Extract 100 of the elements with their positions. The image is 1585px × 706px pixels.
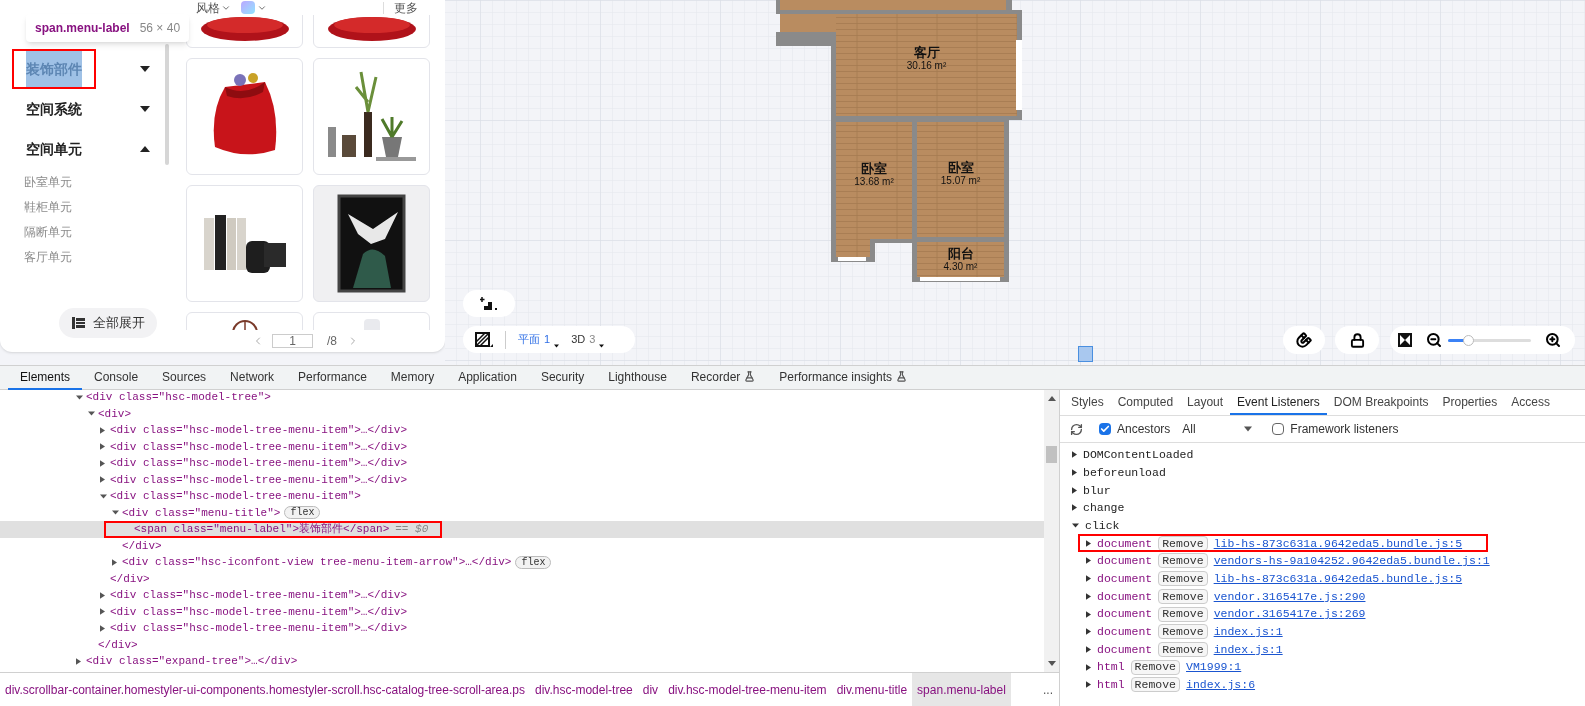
dom-node-text[interactable]: <div class="expand-tree">…</div> (86, 653, 298, 670)
devtools-tab[interactable]: Elements (8, 365, 83, 390)
event-name[interactable]: DOMContentLoaded (1083, 446, 1194, 464)
remove-button[interactable]: Remove (1130, 659, 1181, 675)
source-link[interactable]: lib-hs-873c631a.9642eda5.bundle.js:5 (1213, 570, 1463, 588)
product-card[interactable] (313, 58, 430, 175)
devtools-tab[interactable]: Application (446, 365, 529, 390)
more-button[interactable]: 更多 (394, 1, 432, 14)
event-name[interactable]: click (1085, 516, 1120, 535)
product-card[interactable] (186, 185, 303, 302)
category-item[interactable]: 空间单元 (0, 129, 162, 169)
event-name[interactable]: beforeunload (1083, 463, 1166, 482)
dom-node-text[interactable]: <div class="hsc-iconfont-view tree-menu-item-arrow">…</div> (122, 554, 512, 571)
devtools-tab[interactable]: Security (528, 365, 597, 390)
dom-node-text[interactable]: <div class="hsc-model-tree-menu-item">…</div> (110, 620, 408, 637)
dom-node-text[interactable]: <div class="hsc-model-tree"> (86, 390, 271, 406)
ancestors-checkbox[interactable]: Ancestors (1099, 420, 1171, 438)
source-link[interactable]: vendor.3165417e.js:269 (1213, 605, 1366, 623)
category-item[interactable]: 空间系统 (0, 89, 162, 129)
dom-node-text[interactable]: <span class="menu-label">装饰部件</span> (134, 521, 390, 538)
dom-node-text[interactable]: </div> (98, 636, 138, 653)
breadcrumb[interactable]: div.hsc-model-tree-menu-item (663, 673, 832, 706)
fit-view-icon[interactable] (1398, 333, 1412, 347)
source-link[interactable]: index.js:1 (1213, 623, 1283, 641)
source-link[interactable]: index.js:1 (1213, 640, 1283, 659)
source-link[interactable]: vendor.3165417e.js:290 (1213, 587, 1366, 605)
subcategory-item[interactable]: 隔断单元 (0, 219, 172, 244)
dom-node-text[interactable]: <div> (98, 405, 131, 422)
event-name[interactable]: change (1083, 499, 1125, 517)
devtools-tab[interactable]: Console (82, 365, 151, 390)
page-field[interactable]: 1 (272, 334, 313, 348)
remove-button[interactable]: Remove (1158, 624, 1208, 640)
source-link[interactable]: index.js:6 (1186, 676, 1256, 694)
breadcrumb[interactable]: div.scrollbar-container.homestyler-ui-components.homestyler-scroll.hsc-catalog-tree-scroll-area.ps (0, 673, 530, 706)
expand-all-button[interactable]: 全部展开 (59, 308, 157, 338)
view-mode-tab[interactable]: 平面 1 (518, 331, 560, 348)
floor-plan-drawing[interactable] (776, 0, 1022, 282)
remove-button[interactable]: Remove (1158, 571, 1208, 587)
dom-node-text[interactable]: <div class="menu-title"> (122, 504, 281, 521)
source-link[interactable]: vendors-hs-9a104252.9642eda5.bundle.js:1 (1213, 552, 1490, 570)
zoom-in-icon[interactable] (1545, 332, 1561, 348)
product-card[interactable] (186, 58, 303, 175)
refresh-icon[interactable] (1070, 422, 1083, 436)
devtools-tab[interactable]: Recorder (678, 365, 768, 390)
dom-node-text[interactable]: <div class="hsc-model-tree-menu-item"> (110, 488, 361, 505)
filter-dropdown[interactable]: All (1182, 420, 1253, 438)
stairs-button[interactable] (463, 290, 515, 317)
view-mode-tab[interactable]: 3D 3 (571, 331, 605, 348)
dom-node-text[interactable]: </div> (122, 537, 162, 554)
sidebar-tab[interactable]: Access (1504, 391, 1557, 415)
color-filter[interactable] (241, 1, 267, 14)
breadcrumb[interactable]: div.hsc-model-tree (529, 673, 638, 706)
lock-button[interactable] (1335, 326, 1379, 354)
breadcrumb[interactable]: span.menu-label (912, 673, 1011, 706)
dom-node-text[interactable]: <div class="hsc-model-tree-menu-item">…</div> (110, 471, 408, 488)
subcategory-item[interactable]: 卧室单元 (0, 169, 172, 194)
remove-button[interactable]: Remove (1158, 606, 1208, 622)
breadcrumb-overflow[interactable]: ... (1043, 680, 1059, 699)
sidebar-tab[interactable]: Properties (1435, 391, 1505, 415)
sidebar-tab[interactable]: Styles (1064, 391, 1111, 415)
dom-node-text[interactable]: <div class="hsc-model-tree-menu-item">…</div> (110, 603, 408, 620)
devtools-tab[interactable]: Performance (286, 365, 379, 390)
breadcrumb[interactable]: div (637, 673, 664, 706)
layout-badge[interactable]: flex (515, 555, 552, 569)
subcategory-item[interactable]: 客厅单元 (0, 244, 172, 269)
dom-node-text[interactable]: <div class="hsc-model-tree-menu-item">…</div> (110, 422, 408, 439)
dom-node-text[interactable]: </div> (110, 570, 150, 587)
dom-node-text[interactable]: <div class="hsc-model-tree-menu-item">…</div> (110, 438, 408, 455)
remove-button[interactable]: Remove (1158, 588, 1208, 604)
sidebar-tab[interactable]: Event Listeners (1230, 391, 1327, 415)
dom-node-text[interactable]: <div class="hsc-model-tree-menu-item">…</div> (110, 587, 408, 604)
event-name[interactable]: blur (1083, 481, 1111, 499)
sidebar-tab[interactable]: DOM Breakpoints (1326, 391, 1436, 415)
breadcrumb[interactable]: div.menu-title (831, 673, 913, 706)
devtools-tab[interactable]: Memory (378, 365, 447, 390)
devtools-tab[interactable]: Sources (150, 365, 219, 390)
style-filter[interactable]: 风格 (196, 1, 231, 14)
dom-node-text[interactable]: <div class="hsc-model-tree-menu-item">…</div> (110, 455, 408, 472)
menu-scrollbar-thumb[interactable] (165, 44, 169, 165)
magnet-button[interactable] (1283, 326, 1325, 354)
selection-handle[interactable] (1078, 346, 1093, 362)
scrollbar[interactable] (1044, 390, 1059, 672)
framework-listeners-checkbox[interactable]: Framework listeners (1272, 420, 1399, 438)
devtools-tab[interactable]: Performance insights (767, 365, 920, 390)
source-link[interactable]: lib-hs-873c631a.9642eda5.bundle.js:5 (1213, 534, 1463, 552)
scrollbar-thumb[interactable] (1046, 446, 1057, 463)
zoom-out-icon[interactable] (1426, 332, 1442, 348)
layout-badge[interactable]: flex (284, 506, 321, 520)
devtools-tab[interactable]: Network (218, 365, 287, 390)
sidebar-tab[interactable]: Layout (1180, 391, 1231, 415)
hatch-square-icon[interactable] (475, 331, 493, 348)
zoom-slider-thumb[interactable] (1462, 334, 1474, 346)
subcategory-item[interactable]: 鞋柜单元 (0, 194, 172, 219)
devtools-tab[interactable]: Lighthouse (596, 365, 679, 390)
remove-button[interactable]: Remove (1130, 677, 1181, 693)
remove-button[interactable]: Remove (1158, 553, 1208, 569)
sidebar-tab[interactable]: Computed (1110, 391, 1181, 415)
source-link[interactable]: VM1999:1 (1186, 658, 1242, 676)
remove-button[interactable]: Remove (1158, 641, 1208, 657)
product-card[interactable] (313, 185, 430, 302)
